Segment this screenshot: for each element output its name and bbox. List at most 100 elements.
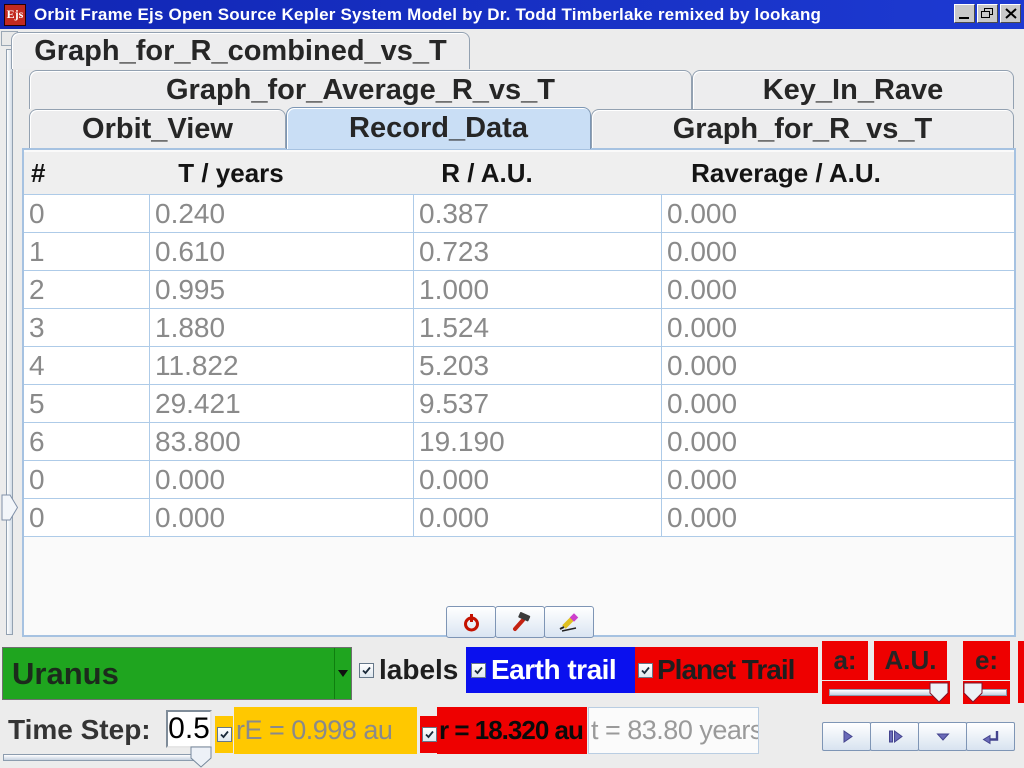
play-button[interactable] <box>822 722 871 751</box>
tab-graph-for-r-combined-vs-t[interactable]: Graph_for_R_combined_vs_T <box>11 32 470 69</box>
data-table: # T / years R / A.U. Raverage / A.U. 00.… <box>24 152 1014 537</box>
table-row[interactable]: 683.80019.1900.000 <box>24 423 1014 461</box>
table-cell: 0.995 <box>149 271 413 308</box>
hammer-button[interactable] <box>495 606 545 638</box>
time-step-slider-thumb[interactable] <box>190 746 212 768</box>
ejs-icon-text: Ejs <box>7 7 24 22</box>
tab-orbit-view[interactable]: Orbit_View <box>29 109 286 149</box>
earth-trail-checkbox-group[interactable]: Earth trail <box>466 647 635 693</box>
minimize-button[interactable] <box>954 4 975 23</box>
table-cell: 0.000 <box>413 499 661 536</box>
table-cell: 0.000 <box>661 347 1014 384</box>
tab-graph-for-average-r-vs-t[interactable]: Graph_for_Average_R_vs_T <box>29 70 692 109</box>
table-row[interactable]: 31.8801.5240.000 <box>24 309 1014 347</box>
table-header-row: # T / years R / A.U. Raverage / A.U. <box>24 152 1014 195</box>
a-slider-thumb[interactable] <box>929 682 949 708</box>
clipped-red-control <box>1018 641 1024 703</box>
table-row[interactable]: 00.0000.0000.000 <box>24 499 1014 537</box>
time-step-slider-track[interactable] <box>3 754 208 761</box>
table-cell: 19.190 <box>413 423 661 460</box>
re-value-label: rE = 0.998 au <box>234 707 417 754</box>
table-cell: 9.537 <box>413 385 661 422</box>
table-cell: 0.240 <box>149 195 413 232</box>
r-checkbox[interactable] <box>422 727 437 742</box>
r-value-label: r = 18.320 au <box>437 707 587 754</box>
table-row[interactable]: 10.6100.7230.000 <box>24 233 1014 271</box>
close-button[interactable] <box>1000 4 1021 23</box>
restore-button[interactable] <box>977 4 998 23</box>
earth-trail-checkbox[interactable] <box>471 663 486 678</box>
table-cell: 0.387 <box>413 195 661 232</box>
planet-dropdown-arrow-button[interactable] <box>334 648 351 699</box>
e-slider-thumb[interactable] <box>963 682 983 708</box>
time-step-slider[interactable] <box>0 746 213 768</box>
table-row[interactable]: 411.8225.2030.000 <box>24 347 1014 385</box>
check-icon <box>219 729 230 740</box>
tab-record-data[interactable]: Record_Data <box>286 107 591 149</box>
table-cell: 4 <box>24 347 149 384</box>
window-controls <box>954 4 1021 23</box>
reset-button[interactable] <box>966 722 1015 751</box>
table-cell: 0.000 <box>661 309 1014 346</box>
table-row[interactable]: 529.4219.5370.000 <box>24 385 1014 423</box>
restore-icon <box>981 8 994 19</box>
t-value-label: t = 83.80 years <box>588 707 759 754</box>
table-row[interactable]: 20.9951.0000.000 <box>24 271 1014 309</box>
tab-graph-for-r-vs-t[interactable]: Graph_for_R_vs_T <box>591 109 1014 149</box>
re-checkbox[interactable] <box>217 727 232 742</box>
step-button[interactable] <box>870 722 919 751</box>
a-slider-track[interactable] <box>829 689 940 696</box>
labels-checkbox[interactable] <box>359 663 374 678</box>
check-icon <box>361 665 372 676</box>
table-cell: 2 <box>24 271 149 308</box>
time-step-label: Time Step: <box>8 711 151 749</box>
table-row[interactable]: 00.2400.3870.000 <box>24 195 1014 233</box>
time-step-input[interactable]: 0.5 <box>166 710 212 748</box>
close-icon <box>1005 8 1017 19</box>
table-body: 00.2400.3870.00010.6100.7230.00020.9951.… <box>24 195 1014 537</box>
table-cell: 11.822 <box>149 347 413 384</box>
table-cell: 0.000 <box>661 195 1014 232</box>
app-window: Ejs Orbit Frame Ejs Open Source Kepler S… <box>0 0 1024 768</box>
a-slider[interactable] <box>822 681 950 704</box>
window-title: Orbit Frame Ejs Open Source Kepler Syste… <box>34 5 821 25</box>
column-header: T / years <box>149 158 413 189</box>
table-cell: 0.723 <box>413 233 661 270</box>
planet-trail-checkbox[interactable] <box>638 663 653 678</box>
table-cell: 1.524 <box>413 309 661 346</box>
tab-key-in-rave[interactable]: Key_In_Rave <box>692 70 1014 109</box>
vertical-slider-thumb[interactable] <box>1 494 19 526</box>
down-button[interactable] <box>918 722 967 751</box>
vertical-slider[interactable] <box>0 31 20 643</box>
table-cell: 0.000 <box>661 423 1014 460</box>
table-cell: 0 <box>24 499 149 536</box>
column-header: R / A.U. <box>413 158 661 189</box>
r-checkbox-tile <box>420 716 438 753</box>
power-button[interactable] <box>446 606 496 638</box>
minimize-icon <box>959 17 969 19</box>
eraser-button[interactable] <box>544 606 594 638</box>
playback-toolbar <box>823 722 1015 751</box>
power-icon <box>461 612 482 633</box>
planet-dropdown[interactable]: Uranus <box>2 647 352 700</box>
check-icon <box>473 665 484 676</box>
table-row[interactable]: 00.0000.0000.000 <box>24 461 1014 499</box>
table-cell: 1 <box>24 233 149 270</box>
re-checkbox-tile <box>215 716 233 753</box>
e-slider[interactable] <box>963 681 1010 704</box>
down-icon <box>933 727 953 746</box>
labels-checkbox-group[interactable]: labels <box>359 647 458 693</box>
table-cell: 0.610 <box>149 233 413 270</box>
table-cell: 5 <box>24 385 149 422</box>
play-icon <box>837 727 857 746</box>
table-cell: 3 <box>24 309 149 346</box>
table-cell: 0.000 <box>413 461 661 498</box>
table-cell: 5.203 <box>413 347 661 384</box>
vertical-slider-track[interactable] <box>6 49 13 635</box>
table-cell: 0.000 <box>149 499 413 536</box>
table-cell: 0.000 <box>661 461 1014 498</box>
hammer-icon <box>510 612 531 633</box>
planet-trail-label: Planet Trail <box>657 654 794 686</box>
reset-icon <box>981 727 1001 746</box>
planet-trail-checkbox-group[interactable]: Planet Trail <box>635 647 818 693</box>
